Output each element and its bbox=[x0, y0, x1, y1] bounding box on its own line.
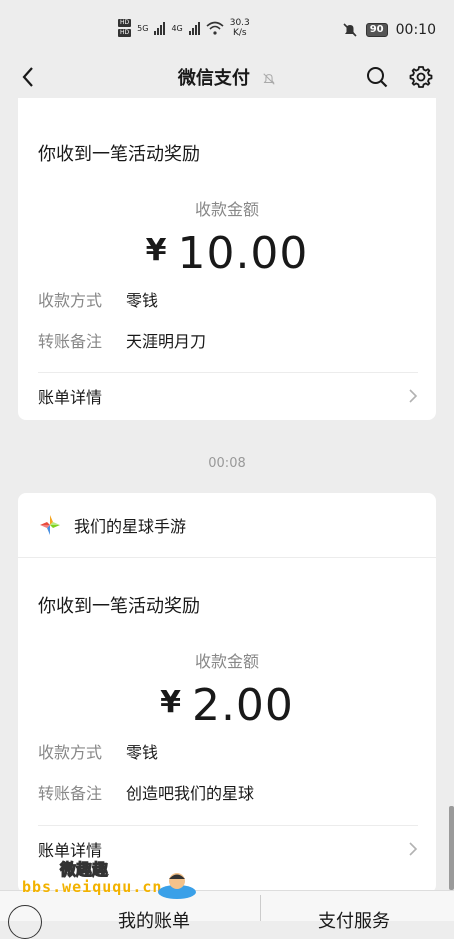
payment-method-label: 收款方式 bbox=[38, 291, 103, 310]
message-timestamp: 00:08 bbox=[208, 456, 246, 471]
transfer-remark-label: 转账备注 bbox=[38, 332, 103, 351]
amount-number: 2.00 bbox=[191, 680, 294, 731]
payment-method-value: 零钱 bbox=[126, 291, 159, 310]
speed-value: 30.3 bbox=[229, 18, 250, 28]
network-speed: 30.3 K/s bbox=[230, 18, 250, 38]
bill-detail-label: 账单详情 bbox=[38, 388, 103, 407]
merchant-logo-icon bbox=[40, 515, 60, 535]
mute-bell-icon bbox=[263, 73, 275, 85]
menu-divider bbox=[260, 895, 261, 921]
signal-icon bbox=[188, 21, 200, 35]
transfer-remark-row: 转账备注 创造吧我们的星球 bbox=[18, 780, 436, 804]
gear-icon bbox=[409, 66, 433, 88]
status-bar: HD HD 5G 4G 30.3 K/s 90 00:10 bbox=[0, 0, 454, 56]
payment-method-label: 收款方式 bbox=[38, 743, 103, 762]
watermark-brand: 微趣趣 bbox=[59, 860, 109, 880]
message-heading: 你收到一笔活动奖励 bbox=[38, 144, 200, 165]
status-indicators: HD HD 5G 4G 30.3 K/s bbox=[118, 18, 250, 38]
amount-value: ¥10.00 bbox=[18, 228, 436, 279]
currency-symbol: ¥ bbox=[160, 685, 182, 720]
amount-label: 收款金额 bbox=[194, 652, 259, 671]
bill-detail-link[interactable]: 账单详情 bbox=[38, 372, 418, 419]
hd-badge: HD bbox=[118, 29, 132, 37]
transfer-remark-value: 天涯明月刀 bbox=[126, 332, 207, 351]
watermark: 微趣趣 bbs.weiququ.cn bbox=[6, 848, 206, 899]
payment-method-row: 收款方式 零钱 bbox=[18, 739, 436, 763]
reward-message-card: 我们的星球手游 你收到一笔活动奖励 收款金额 ¥2.00 收款方式 零钱 转账备… bbox=[18, 493, 436, 893]
settings-button[interactable] bbox=[406, 62, 436, 92]
hd-badge: HD bbox=[118, 19, 132, 27]
menu-item-payment-services[interactable]: 支付服务 bbox=[318, 907, 390, 933]
page-title-text: 微信支付 bbox=[177, 68, 250, 89]
scrollbar-thumb[interactable] bbox=[449, 806, 454, 890]
amount-label: 收款金额 bbox=[194, 200, 259, 219]
nav-bar: 微信支付 bbox=[0, 56, 454, 98]
bell-off-icon bbox=[343, 23, 357, 37]
network-4g-label: 4G bbox=[171, 23, 183, 33]
chevron-right-icon bbox=[409, 389, 418, 403]
amount-number: 10.00 bbox=[177, 228, 309, 279]
network-5g-label: 5G bbox=[137, 23, 149, 33]
reward-message-card: 你收到一笔活动奖励 收款金额 ¥10.00 收款方式 零钱 转账备注 天涯明月刀… bbox=[18, 98, 436, 420]
chevron-right-icon bbox=[409, 842, 418, 856]
hd-badges: HD HD bbox=[118, 19, 132, 37]
watermark-url: bbs.weiququ.cn bbox=[22, 878, 163, 896]
transfer-remark-row: 转账备注 天涯明月刀 bbox=[18, 328, 436, 352]
search-button[interactable] bbox=[362, 62, 392, 92]
search-icon bbox=[367, 67, 388, 88]
currency-symbol: ¥ bbox=[145, 233, 168, 268]
status-right: 90 00:10 bbox=[342, 22, 436, 38]
payment-method-value: 零钱 bbox=[126, 743, 159, 762]
message-heading: 你收到一笔活动奖励 bbox=[38, 596, 200, 617]
amount-value: ¥2.00 bbox=[18, 680, 436, 731]
menu-item-my-bills[interactable]: 我的账单 bbox=[118, 907, 190, 933]
signal-icon bbox=[154, 21, 166, 35]
keyboard-toggle-icon[interactable] bbox=[8, 905, 42, 939]
payment-method-row: 收款方式 零钱 bbox=[18, 287, 436, 311]
watermark-mascot-icon bbox=[158, 873, 196, 899]
speed-unit: K/s bbox=[232, 28, 247, 38]
battery-indicator: 90 bbox=[365, 23, 388, 37]
merchant-name: 我们的星球手游 bbox=[74, 517, 187, 536]
merchant-header[interactable]: 我们的星球手游 bbox=[18, 493, 436, 558]
wifi-icon bbox=[206, 21, 224, 35]
status-time: 00:10 bbox=[395, 22, 436, 38]
transfer-remark-label: 转账备注 bbox=[38, 784, 103, 803]
transfer-remark-value: 创造吧我们的星球 bbox=[126, 784, 255, 803]
